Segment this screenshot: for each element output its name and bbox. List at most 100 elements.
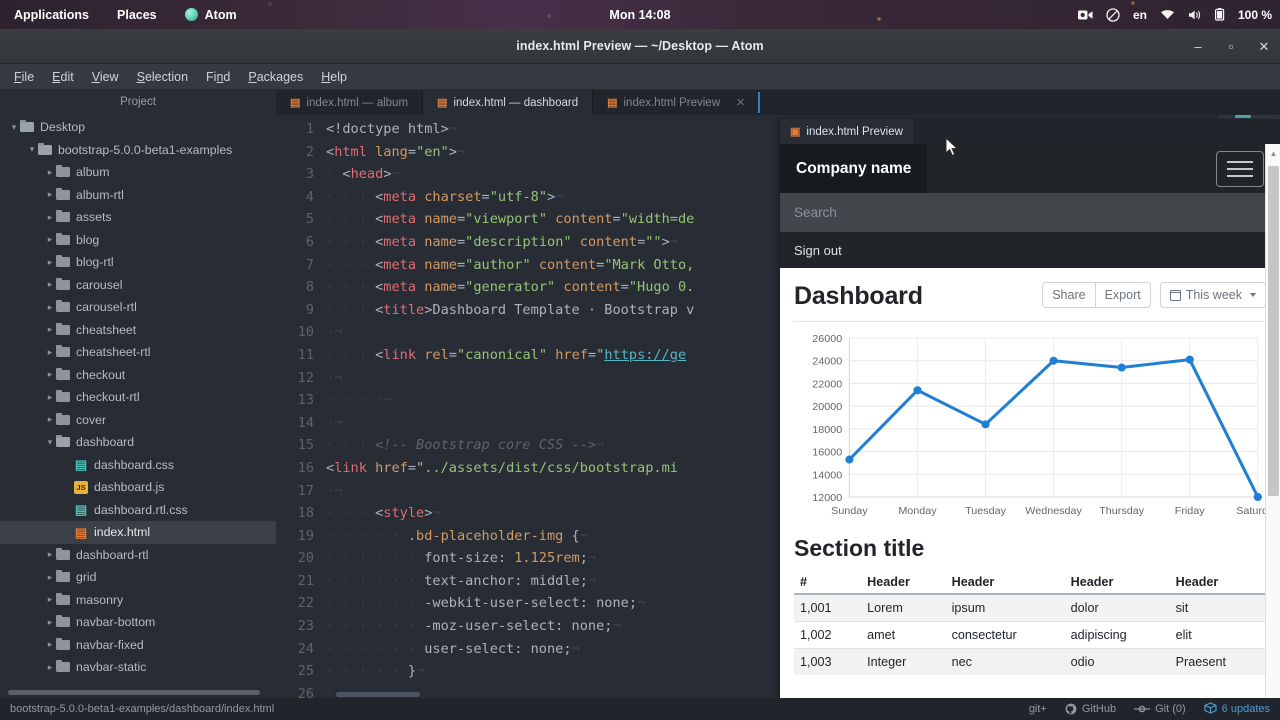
tree-item-navbar-bottom[interactable]: ▸navbar-bottom (0, 611, 276, 634)
chevron-right-icon[interactable]: ▸ (44, 167, 56, 178)
camera-icon[interactable] (1078, 9, 1093, 21)
chevron-right-icon[interactable]: ▸ (44, 257, 56, 268)
chevron-right-icon[interactable]: ▸ (44, 189, 56, 200)
tree-item-masonry[interactable]: ▸masonry (0, 589, 276, 612)
updates-button[interactable]: 6 updates (1204, 702, 1270, 717)
tree-item-album-rtl[interactable]: ▸album-rtl (0, 184, 276, 207)
editor-tab-1[interactable]: ▤index.html — dashboard (423, 90, 593, 115)
chevron-right-icon[interactable]: ▸ (44, 392, 56, 403)
navbar-brand[interactable]: Company name (780, 144, 927, 193)
chevron-right-icon[interactable]: ▸ (44, 414, 56, 425)
active-app-menu[interactable]: Atom (171, 0, 251, 29)
applications-menu[interactable]: Applications (0, 0, 103, 29)
close-tab-icon[interactable]: ✕ (736, 96, 745, 109)
chevron-right-icon[interactable]: ▸ (44, 324, 56, 335)
folder-icon (56, 661, 70, 673)
tree-item-grid[interactable]: ▸grid (0, 566, 276, 589)
share-button[interactable]: Share (1042, 282, 1095, 308)
chart-data-point[interactable] (1254, 493, 1262, 501)
maximize-button[interactable]: ▫ (1223, 39, 1239, 55)
chevron-right-icon[interactable]: ▸ (44, 572, 56, 583)
menu-edit[interactable]: Edit (44, 67, 82, 87)
tree-item-assets[interactable]: ▸assets (0, 206, 276, 229)
line-number: 5 (276, 208, 314, 231)
screen-record-icon[interactable] (1106, 8, 1120, 22)
minimize-button[interactable]: – (1190, 39, 1206, 55)
chart-data-point[interactable] (1049, 357, 1057, 365)
menu-file[interactable]: File (6, 67, 42, 87)
export-button[interactable]: Export (1096, 282, 1151, 308)
tree-item-checkout-rtl[interactable]: ▸checkout-rtl (0, 386, 276, 409)
tree-horizontal-scrollbar[interactable] (8, 690, 260, 695)
navbar-search-input[interactable]: Search (780, 193, 1280, 232)
battery-icon[interactable] (1215, 8, 1225, 21)
tree-item-bootstrap-5-0-0-beta1-examples[interactable]: ▾bootstrap-5.0.0-beta1-examples (0, 139, 276, 162)
preview-vertical-scrollbar[interactable]: ▲ ▼ (1265, 144, 1280, 720)
chart-data-point[interactable] (845, 456, 853, 464)
sign-out-link[interactable]: Sign out (780, 232, 1280, 268)
menu-packages[interactable]: Packages (240, 67, 311, 87)
editor-horizontal-scrollbar[interactable] (336, 692, 420, 697)
tree-item-dashboard-js[interactable]: JSdashboard.js (0, 476, 276, 499)
tab-index-html-preview-active[interactable]: ▣ index.html Preview (780, 119, 913, 144)
menu-find[interactable]: Find (198, 67, 238, 87)
wifi-icon[interactable] (1160, 9, 1175, 20)
tree-item-cheatsheet[interactable]: ▸cheatsheet (0, 319, 276, 342)
chevron-right-icon[interactable]: ▸ (44, 279, 56, 290)
calendar-icon (1170, 290, 1181, 301)
keyboard-language-label[interactable]: en (1133, 8, 1147, 22)
chevron-right-icon[interactable]: ▸ (44, 234, 56, 245)
tree-item-blog-rtl[interactable]: ▸blog-rtl (0, 251, 276, 274)
tree-item-cheatsheet-rtl[interactable]: ▸cheatsheet-rtl (0, 341, 276, 364)
git-plus-button[interactable]: git+ (1029, 703, 1047, 715)
close-button[interactable]: ✕ (1256, 39, 1272, 55)
preview-scrollbar-thumb[interactable] (1268, 166, 1279, 496)
chart-data-point[interactable] (913, 386, 921, 394)
chart-data-point[interactable] (981, 421, 989, 429)
tree-item-carousel-rtl[interactable]: ▸carousel-rtl (0, 296, 276, 319)
chart-data-point[interactable] (1186, 356, 1194, 364)
chevron-right-icon[interactable]: ▸ (44, 617, 56, 628)
chevron-right-icon[interactable]: ▸ (44, 639, 56, 650)
tree-item-dashboard-rtl[interactable]: ▸dashboard-rtl (0, 544, 276, 567)
chevron-right-icon[interactable]: ▸ (44, 369, 56, 380)
editor-tab-0[interactable]: ▤index.html — album (276, 90, 423, 115)
editor-tab-2[interactable]: ▤index.html Preview✕ (593, 90, 760, 115)
window-title: index.html Preview — ~/Desktop — Atom (516, 39, 763, 53)
tree-item-dashboard-rtl-css[interactable]: ▤dashboard.rtl.css (0, 499, 276, 522)
tree-item-dashboard[interactable]: ▾dashboard (0, 431, 276, 454)
places-menu[interactable]: Places (103, 0, 171, 29)
tree-item-cover[interactable]: ▸cover (0, 409, 276, 432)
tree-item-album[interactable]: ▸album (0, 161, 276, 184)
tree-item-label: carousel (76, 278, 122, 292)
chevron-right-icon[interactable]: ▸ (44, 549, 56, 560)
tree-item-navbar-fixed[interactable]: ▸navbar-fixed (0, 634, 276, 657)
chevron-down-icon[interactable]: ▾ (8, 122, 20, 133)
chevron-down-icon[interactable]: ▾ (44, 437, 56, 448)
sign-out-label: Sign out (794, 243, 842, 258)
chart-data-point[interactable] (1118, 364, 1126, 372)
chevron-right-icon[interactable]: ▸ (44, 212, 56, 223)
tree-item-blog[interactable]: ▸blog (0, 229, 276, 252)
chevron-right-icon[interactable]: ▸ (44, 302, 56, 313)
git-branch-button[interactable]: Git (0) (1134, 703, 1186, 715)
github-button[interactable]: GitHub (1065, 703, 1116, 715)
chevron-down-icon[interactable]: ▾ (26, 144, 38, 155)
tree-item-index-html[interactable]: ▤index.html (0, 521, 276, 544)
chevron-right-icon[interactable]: ▸ (44, 347, 56, 358)
volume-icon[interactable] (1188, 9, 1202, 21)
tree-item-carousel[interactable]: ▸ carousel (0, 274, 276, 297)
tree-item-navbar-static[interactable]: ▸navbar-static (0, 656, 276, 679)
folder-icon (56, 616, 70, 628)
menu-help[interactable]: Help (313, 67, 355, 87)
chevron-right-icon[interactable]: ▸ (44, 594, 56, 605)
date-range-dropdown[interactable]: This week (1160, 282, 1266, 308)
menu-view[interactable]: View (84, 67, 127, 87)
hamburger-menu-icon[interactable] (1216, 151, 1264, 187)
menu-selection[interactable]: Selection (129, 67, 196, 87)
tree-item-checkout[interactable]: ▸checkout (0, 364, 276, 387)
chevron-right-icon[interactable]: ▸ (44, 662, 56, 673)
scroll-up-arrow-icon[interactable]: ▲ (1266, 146, 1280, 161)
tree-item-desktop[interactable]: ▾Desktop (0, 116, 276, 139)
tree-item-dashboard-css[interactable]: ▤dashboard.css (0, 454, 276, 477)
